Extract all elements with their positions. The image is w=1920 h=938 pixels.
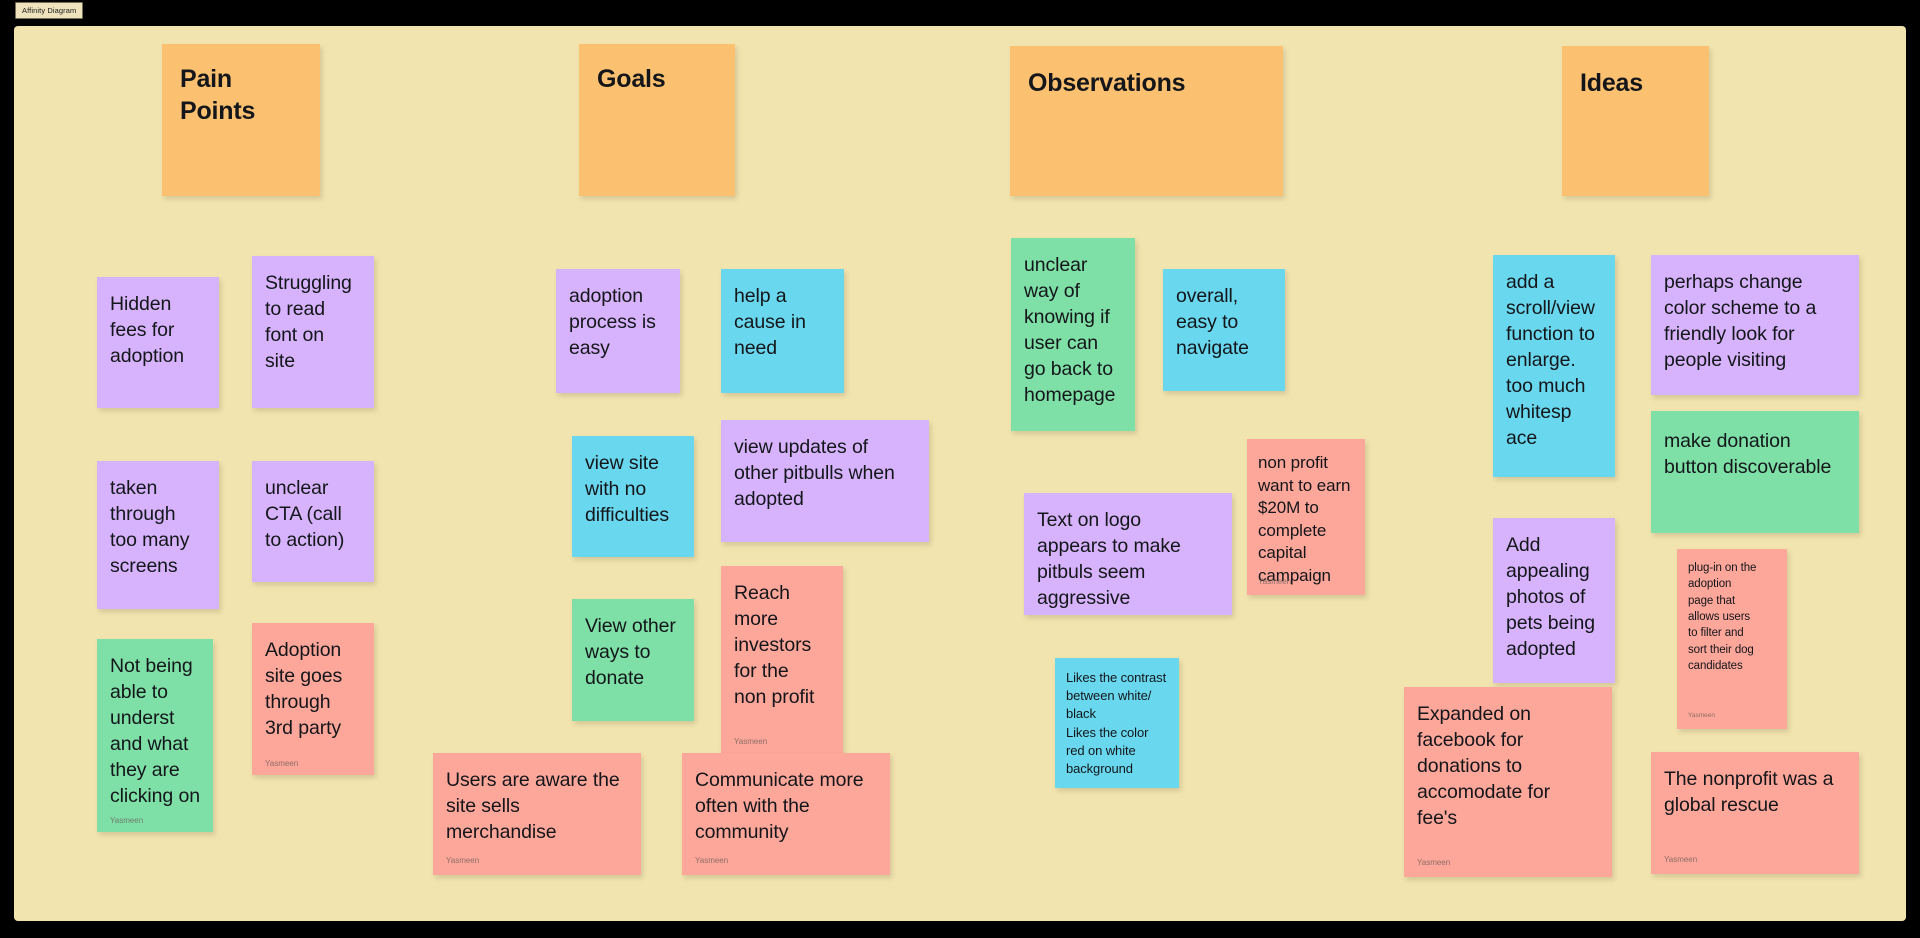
sticky-note[interactable]: adoption process is easy	[556, 269, 680, 393]
sticky-note-text: view site with no difficulties	[585, 452, 670, 526]
app-tab[interactable]: Affinity Diagram	[15, 2, 84, 19]
sticky-note-text: Struggling to read font on site	[265, 272, 352, 372]
whiteboard-canvas[interactable]: Pain Points Goals Observations Ideas Hid…	[14, 26, 1906, 921]
sticky-note[interactable]: Users are aware the site sells merchandi…	[433, 753, 641, 875]
sticky-note[interactable]: Struggling to read font on site	[252, 256, 374, 408]
sticky-note-text: perhaps change color scheme to a friendl…	[1664, 271, 1817, 371]
sticky-note-text: make donation button discoverable	[1664, 430, 1832, 478]
app-tab-label: Affinity Diagram	[22, 5, 77, 15]
sticky-note-text: Expanded on facebook for donations to ac…	[1417, 703, 1551, 829]
sticky-note-author: Yasmeen	[1417, 858, 1451, 867]
sticky-note-text: View other ways to donate	[585, 615, 676, 689]
sticky-note-text: Not being able to underst and what they …	[110, 655, 200, 807]
sticky-note[interactable]: unclear CTA (call to action)	[252, 461, 374, 582]
sticky-note-author: Yasmeen	[734, 737, 768, 746]
sticky-note[interactable]: make donation button discoverable	[1651, 411, 1859, 533]
sticky-note[interactable]: perhaps change color scheme to a friendl…	[1651, 255, 1859, 395]
sticky-note-text: unclear way of knowing if user can go ba…	[1024, 254, 1116, 406]
sticky-note-author: Yasmeen	[1664, 855, 1698, 864]
sticky-note[interactable]: unclear way of knowing if user can go ba…	[1011, 238, 1135, 431]
sticky-note[interactable]: Likes the contrast between white/ black …	[1055, 658, 1179, 788]
affinity-diagram-app: Affinity Diagram Pain Points Goals Obser…	[0, 0, 1920, 938]
sticky-note-text: overall, easy to navigate	[1176, 285, 1249, 359]
sticky-note-text: view updates of other pitbulls when adop…	[734, 436, 895, 510]
sticky-note-author: Yasmeen	[446, 856, 480, 865]
column-header-goals[interactable]: Goals	[579, 44, 735, 196]
sticky-note-text: Hidden fees for adoption	[110, 293, 185, 367]
column-header-pain-points[interactable]: Pain Points	[162, 44, 320, 196]
sticky-note[interactable]: Reach more investors for the non profit …	[721, 566, 843, 756]
sticky-note[interactable]: Text on logo appears to make pitbuls see…	[1024, 493, 1232, 615]
sticky-note-text: unclear CTA (call to action)	[265, 477, 345, 551]
sticky-note[interactable]: The nonprofit was a global rescue Yasmee…	[1651, 752, 1859, 874]
sticky-note-text: Communicate more often with the communit…	[695, 769, 864, 843]
window-titlebar: Affinity Diagram	[0, 0, 1920, 20]
sticky-note[interactable]: view updates of other pitbulls when adop…	[721, 420, 929, 542]
sticky-note[interactable]: view site with no difficulties	[572, 436, 694, 557]
sticky-note[interactable]: Expanded on facebook for donations to ac…	[1404, 687, 1612, 877]
sticky-note-text: Reach more investors for the non profit	[734, 582, 815, 708]
sticky-note-author: Yasmeen	[265, 759, 299, 768]
sticky-note[interactable]: add a scroll/view function to enlarge. t…	[1493, 255, 1615, 477]
column-header-text: Goals	[597, 65, 666, 93]
sticky-note-text: taken through too many screens	[110, 477, 190, 577]
sticky-note-text: Text on logo appears to make pitbuls see…	[1037, 509, 1181, 609]
column-header-ideas[interactable]: Ideas	[1562, 46, 1709, 196]
sticky-note[interactable]: Communicate more often with the communit…	[682, 753, 890, 875]
sticky-note[interactable]: taken through too many screens	[97, 461, 219, 609]
sticky-note-text: adoption process is easy	[569, 285, 656, 359]
sticky-note-author: Yasmeen	[1258, 577, 1292, 586]
sticky-note-text: Likes the contrast between white/ black …	[1066, 670, 1167, 776]
column-header-text: Pain Points	[180, 65, 256, 125]
sticky-note-text: plug-in on the adoption page that allows…	[1688, 562, 1757, 672]
sticky-note-text: The nonprofit was a global rescue	[1664, 768, 1834, 816]
column-header-observations[interactable]: Observations	[1010, 46, 1283, 196]
sticky-note-text: add a scroll/view function to enlarge. t…	[1506, 271, 1595, 449]
sticky-note[interactable]: Add appealing photos of pets being adopt…	[1493, 518, 1615, 683]
sticky-note[interactable]: Hidden fees for adoption	[97, 277, 219, 408]
sticky-note-text: Add appealing photos of pets being adopt…	[1506, 534, 1595, 660]
sticky-note[interactable]: Not being able to underst and what they …	[97, 639, 213, 832]
sticky-note[interactable]: help a cause in need	[721, 269, 844, 393]
sticky-note[interactable]: View other ways to donate	[572, 599, 694, 721]
sticky-note-text: non profit want to earn $20M to complete…	[1258, 453, 1351, 586]
sticky-note-author: Yasmeen	[1688, 711, 1715, 719]
sticky-note[interactable]: non profit want to earn $20M to complete…	[1247, 439, 1365, 595]
sticky-note-author: Yasmeen	[695, 856, 729, 865]
sticky-note-text: Adoption site goes through 3rd party	[265, 639, 343, 739]
sticky-note-author: Yasmeen	[110, 816, 144, 825]
column-header-text: Ideas	[1580, 69, 1643, 97]
column-header-text: Observations	[1028, 69, 1186, 97]
sticky-note[interactable]: plug-in on the adoption page that allows…	[1677, 549, 1787, 729]
sticky-note-text: Users are aware the site sells merchandi…	[446, 769, 620, 843]
sticky-note[interactable]: overall, easy to navigate	[1163, 269, 1285, 391]
sticky-note-text: help a cause in need	[734, 285, 806, 359]
sticky-note[interactable]: Adoption site goes through 3rd party Yas…	[252, 623, 374, 775]
